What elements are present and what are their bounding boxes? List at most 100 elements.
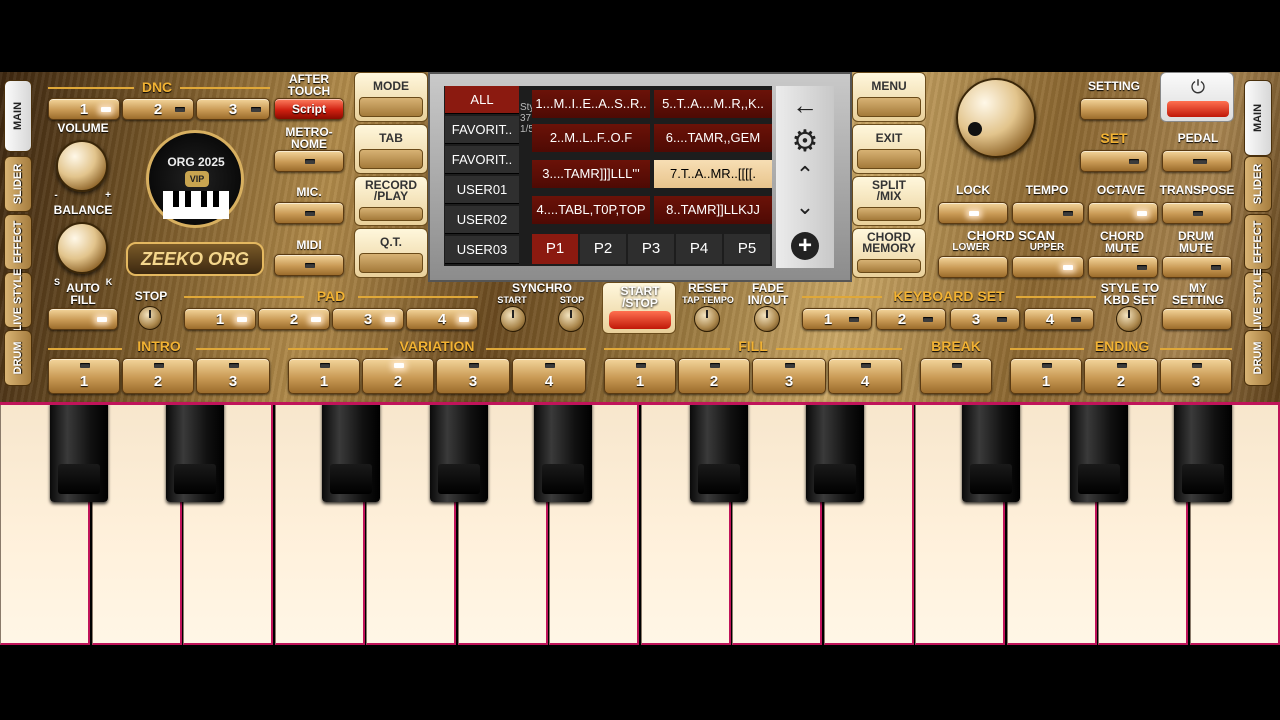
menu-button[interactable]: MENU — [852, 72, 926, 122]
start-stop-button[interactable]: START /STOP — [602, 282, 676, 334]
tab-live-style-right[interactable]: LIVE STYLE — [1244, 269, 1272, 331]
data-dial[interactable] — [956, 78, 1036, 158]
keyboard-set-4[interactable]: 4 — [1024, 308, 1094, 330]
category-favorite-2[interactable]: FAVORIT.. — [445, 146, 519, 174]
variation-button-1[interactable]: 1 — [288, 358, 360, 394]
fill-button-4[interactable]: 4 — [828, 358, 902, 394]
chord-mute-button[interactable] — [1088, 256, 1158, 278]
black-key[interactable] — [962, 402, 1020, 502]
tab-effect-right[interactable]: EFFECT — [1244, 214, 1272, 270]
chord-scan-upper-button[interactable] — [1012, 256, 1084, 278]
black-key[interactable] — [806, 402, 864, 502]
tempo-button[interactable] — [1012, 202, 1084, 224]
page-p5[interactable]: P5 — [724, 234, 770, 264]
category-user03[interactable]: USER03 — [445, 236, 519, 264]
black-key[interactable] — [166, 402, 224, 502]
synchro-stop-button[interactable] — [558, 306, 584, 332]
variation-button-4[interactable]: 4 — [512, 358, 586, 394]
page-p4[interactable]: P4 — [676, 234, 722, 264]
style-slot-8[interactable]: 8..TAMR]]LLKJJ — [654, 196, 772, 224]
tab-drum-right[interactable]: DRUM — [1244, 330, 1272, 386]
transpose-button[interactable] — [1162, 202, 1232, 224]
style-slot-1[interactable]: 1...M..I..E..A..S..R.. — [532, 90, 650, 118]
page-p3[interactable]: P3 — [628, 234, 674, 264]
style-slot-7[interactable]: 7.T..A..MR..[[[[. — [654, 160, 772, 188]
black-key[interactable] — [50, 402, 108, 502]
balance-knob[interactable] — [56, 222, 108, 274]
mode-button[interactable]: MODE — [354, 72, 428, 122]
variation-button-2[interactable]: 2 — [362, 358, 434, 394]
black-key[interactable] — [1174, 402, 1232, 502]
ending-button-2[interactable]: 2 — [1084, 358, 1158, 394]
ending-button-1[interactable]: 1 — [1010, 358, 1082, 394]
black-key[interactable] — [1070, 402, 1128, 502]
back-arrow-icon[interactable]: ← — [776, 90, 834, 121]
qt-button[interactable]: Q.T. — [354, 228, 428, 278]
style-to-kbd-button[interactable] — [1116, 306, 1142, 332]
tab-main-right[interactable]: MAIN — [1244, 80, 1272, 156]
gear-icon[interactable]: ⚙ — [776, 124, 834, 159]
chord-scan-lower-button[interactable] — [938, 256, 1008, 278]
category-favorite-1[interactable]: FAVORIT.. — [445, 116, 519, 144]
tab-drum-left[interactable]: DRUM — [4, 330, 32, 386]
tab-slider-left[interactable]: SLIDER — [4, 156, 32, 212]
auto-fill-button[interactable] — [48, 308, 118, 330]
dnc-button-2[interactable]: 2 — [122, 98, 194, 120]
black-key[interactable] — [430, 402, 488, 502]
lock-button[interactable] — [938, 202, 1008, 224]
drum-mute-button[interactable] — [1162, 256, 1232, 278]
chevron-up-icon[interactable]: ⌃ — [776, 162, 834, 188]
dnc-button-1[interactable]: 1 — [48, 98, 120, 120]
synchro-start-button[interactable] — [500, 306, 526, 332]
style-slot-4[interactable]: 4....TABL,T0P,TOP — [532, 196, 650, 224]
ending-button-3[interactable]: 3 — [1160, 358, 1232, 394]
fill-button-3[interactable]: 3 — [752, 358, 826, 394]
tab-button[interactable]: TAB — [354, 124, 428, 174]
mic-button[interactable] — [274, 202, 344, 224]
fade-in-out-button[interactable] — [754, 306, 780, 332]
pedal-button[interactable] — [1162, 150, 1232, 172]
setting-button[interactable] — [1080, 98, 1148, 120]
style-slot-6[interactable]: 6....TAMR,,GEM — [654, 124, 772, 152]
category-user01[interactable]: USER01 — [445, 176, 519, 204]
my-setting-button[interactable] — [1162, 308, 1232, 330]
break-button[interactable] — [920, 358, 992, 394]
style-slot-5[interactable]: 5..T..A....M..R,,K.. — [654, 90, 772, 118]
black-key[interactable] — [322, 402, 380, 502]
pad-button-3[interactable]: 3 — [332, 308, 404, 330]
tap-tempo-button[interactable] — [694, 306, 720, 332]
chord-memory-button[interactable]: CHORD MEMORY — [852, 228, 926, 278]
metronome-button[interactable] — [274, 150, 344, 172]
style-slot-3[interactable]: 3....TAMR]]]LLL''' — [532, 160, 650, 188]
category-user02[interactable]: USER02 — [445, 206, 519, 234]
record-play-button[interactable]: RECORD /PLAY — [354, 176, 428, 226]
pad-stop-button[interactable] — [138, 306, 162, 330]
chevron-down-icon[interactable]: ⌄ — [776, 194, 834, 220]
set-button[interactable] — [1080, 150, 1148, 172]
tab-slider-right[interactable]: SLIDER — [1244, 156, 1272, 212]
split-mix-button[interactable]: SPLIT /MIX — [852, 176, 926, 226]
page-p2[interactable]: P2 — [580, 234, 626, 264]
page-p1[interactable]: P1 — [532, 234, 578, 264]
add-icon[interactable]: + — [776, 232, 834, 260]
pad-button-4[interactable]: 4 — [406, 308, 478, 330]
tab-effect-left[interactable]: EFFECT — [4, 214, 32, 270]
dnc-button-3[interactable]: 3 — [196, 98, 270, 120]
pad-button-2[interactable]: 2 — [258, 308, 330, 330]
style-slot-2[interactable]: 2..M..L..F..O.F — [532, 124, 650, 152]
exit-button[interactable]: EXIT — [852, 124, 926, 174]
tab-live-style-left[interactable]: LIVE STYLE — [4, 269, 32, 331]
midi-button[interactable] — [274, 254, 344, 276]
power-button[interactable]: ⏻ — [1160, 72, 1234, 122]
intro-button-2[interactable]: 2 — [122, 358, 194, 394]
black-key[interactable] — [690, 402, 748, 502]
fill-button-2[interactable]: 2 — [678, 358, 750, 394]
volume-knob[interactable] — [56, 140, 108, 192]
pad-button-1[interactable]: 1 — [184, 308, 256, 330]
intro-button-1[interactable]: 1 — [48, 358, 120, 394]
tab-main-left[interactable]: MAIN — [4, 80, 32, 152]
after-touch-button[interactable]: Script — [274, 98, 344, 120]
variation-button-3[interactable]: 3 — [436, 358, 510, 394]
black-key[interactable] — [534, 402, 592, 502]
intro-button-3[interactable]: 3 — [196, 358, 270, 394]
